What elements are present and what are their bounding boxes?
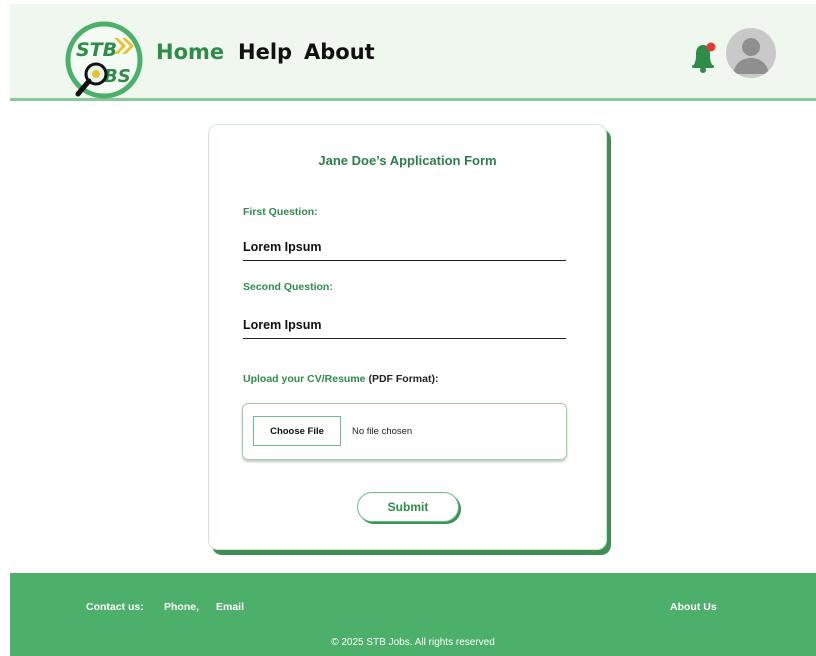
- footer-phone-link[interactable]: Phone,: [164, 601, 199, 613]
- first-question-answer[interactable]: Lorem Ipsum: [243, 240, 566, 261]
- logo-text-top: STB: [76, 39, 117, 61]
- submit-button[interactable]: Submit: [357, 492, 459, 522]
- upload-cv-label-format: (PDF Format):: [365, 373, 439, 385]
- top-header: STB BS Home Help About: [10, 4, 816, 101]
- bell-icon[interactable]: [688, 40, 718, 74]
- footer-about-link[interactable]: About Us: [670, 601, 717, 613]
- site-footer: Contact us: Phone, Email About Us © 2025…: [10, 573, 816, 656]
- upload-cv-label: Upload your CV/Resume (PDF Format):: [243, 373, 438, 385]
- avatar-icon: [733, 38, 769, 74]
- second-question-label: Second Question:: [243, 281, 333, 293]
- first-question-label: First Question:: [243, 206, 318, 218]
- form-title: Jane Doe’s Application Form: [318, 153, 497, 168]
- footer-contact-label: Contact us:: [86, 601, 144, 613]
- file-upload-box: Choose File No file chosen: [242, 403, 567, 460]
- nav-about-link[interactable]: About: [304, 40, 375, 64]
- stb-jobs-logo[interactable]: STB BS: [62, 20, 146, 100]
- second-question-answer[interactable]: Lorem Ipsum: [243, 318, 566, 339]
- upload-cv-label-main: Upload your CV/Resume: [243, 373, 366, 385]
- choose-file-button[interactable]: Choose File: [253, 416, 341, 446]
- user-avatar[interactable]: [726, 28, 776, 78]
- logo-text-bottom: BS: [104, 66, 131, 87]
- footer-email-link[interactable]: Email: [216, 601, 244, 613]
- nav-help-link[interactable]: Help: [238, 40, 292, 64]
- application-form-card: Jane Doe’s Application Form First Questi…: [208, 124, 607, 550]
- nav-home-link[interactable]: Home: [156, 40, 224, 64]
- file-status-text: No file chosen: [352, 426, 413, 437]
- footer-copyright: © 2025 STB Jobs. All rights reserved: [331, 637, 495, 648]
